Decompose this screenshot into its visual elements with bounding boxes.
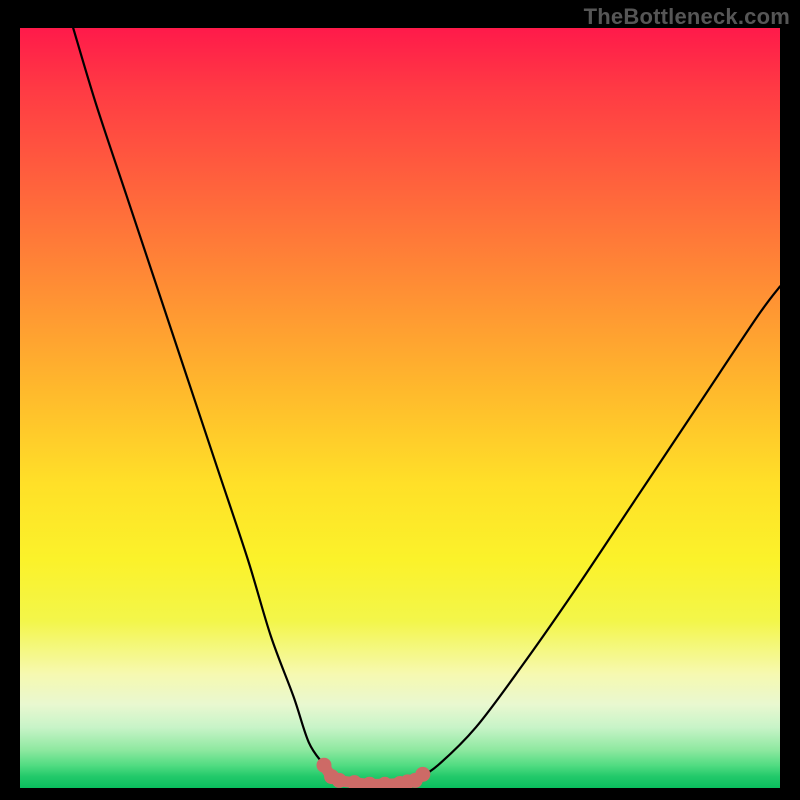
curve-right-branch — [415, 286, 780, 780]
chart-frame: TheBottleneck.com — [0, 0, 800, 800]
optimal-region-dots — [317, 758, 431, 788]
marker-dot — [377, 777, 392, 788]
watermark-text: TheBottleneck.com — [584, 4, 790, 30]
marker-dot — [332, 773, 347, 788]
chart-svg — [20, 28, 780, 788]
curve-left-branch — [73, 28, 339, 780]
marker-dot — [415, 767, 430, 782]
plot-area — [20, 28, 780, 788]
